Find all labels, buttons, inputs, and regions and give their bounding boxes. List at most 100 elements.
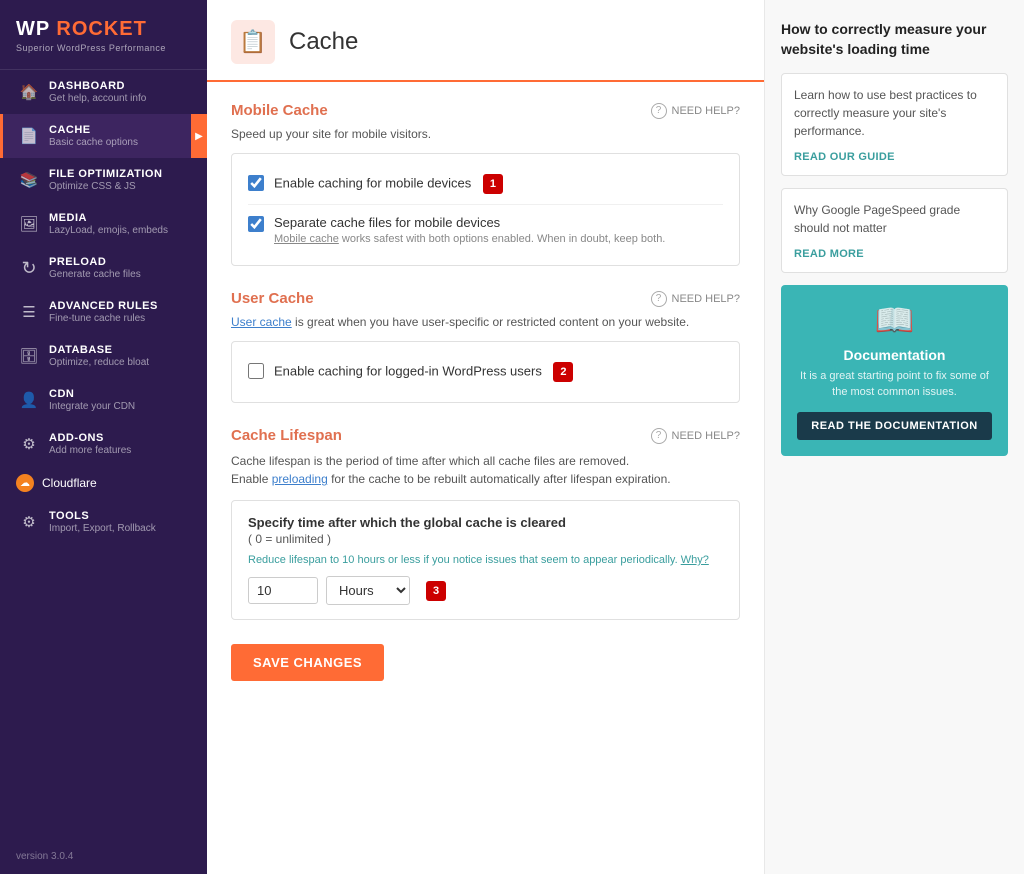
doc-title: Documentation [793,347,996,363]
mobile-cache-option2-row: Separate cache files for mobile devices … [248,204,723,251]
mobile-cache-help[interactable]: ? NEED HELP? [651,103,740,119]
advanced-rules-label: ADVANCED RULES [49,300,191,312]
lifespan-help-label: NEED HELP? [672,430,740,442]
user-cache-box: Enable caching for logged-in WordPress u… [231,341,740,403]
mobile-cache-label2: Separate cache files for mobile devices [274,215,665,230]
sidebar-item-tools[interactable]: ⚙ TOOLS Import, Export, Rollback [0,500,207,544]
addons-label: ADD-ONS [49,432,191,444]
sidebar-item-preload[interactable]: ↻ PRELOAD Generate cache files [0,246,207,290]
lifespan-hint: Reduce lifespan to 10 hours or less if y… [248,554,723,566]
preloading-link[interactable]: preloading [272,472,328,486]
main-wrapper: 📋 Cache Mobile Cache ? NEED HELP? Speed … [207,0,1024,874]
right-card-2: Why Google PageSpeed grade should not ma… [781,188,1008,273]
user-cache-option1-row: Enable caching for logged-in WordPress u… [248,356,723,388]
right-card-1: Learn how to use best practices to corre… [781,73,1008,176]
cache-label: CACHE [49,124,191,136]
user-help-label: NEED HELP? [672,293,740,305]
database-sublabel: Optimize, reduce bloat [49,357,191,368]
sidebar-nav: 🏠 DASHBOARD Get help, account info 📄 CAC… [0,70,207,839]
cloudflare-icon: ☁ [16,474,34,492]
mobile-cache-title: Mobile Cache [231,102,328,119]
database-icon: 🗄 [19,346,39,366]
sidebar: WP ROCKET Superior WordPress Performance… [0,0,207,874]
cache-icon: 📄 [19,126,39,146]
mobile-cache-checkbox2[interactable] [248,216,264,232]
badge-2: 2 [553,362,573,382]
logo-title: WP ROCKET [16,18,191,41]
database-label: DATABASE [49,344,191,356]
logo-subtitle: Superior WordPress Performance [16,43,191,53]
preload-sublabel: Generate cache files [49,269,191,280]
dashboard-sublabel: Get help, account info [49,93,191,104]
cdn-sublabel: Integrate your CDN [49,401,191,412]
mobile-cache-header: Mobile Cache ? NEED HELP? [231,102,740,119]
user-cache-link[interactable]: User cache [231,315,292,329]
cdn-label: CDN [49,388,191,400]
page-header: 📋 Cache [207,0,764,82]
sidebar-item-media[interactable]: 🖼 MEDIA LazyLoad, emojis, embeds [0,202,207,246]
right-sidebar: How to correctly measure your website's … [764,0,1024,874]
right-card2-text: Why Google PageSpeed grade should not ma… [794,201,995,237]
sidebar-item-add-ons[interactable]: ⚙ ADD-ONS Add more features [0,422,207,466]
why-link[interactable]: Why? [681,554,709,566]
user-cache-label1: Enable caching for logged-in WordPress u… [274,363,542,378]
lifespan-desc1: Cache lifespan is the period of time aft… [231,454,629,468]
logo: WP ROCKET Superior WordPress Performance [0,0,207,70]
user-cache-checkbox1[interactable] [248,363,264,379]
page-icon: 📋 [231,20,275,64]
mobile-cache-box: Enable caching for mobile devices 1 Sepa… [231,153,740,266]
page-title: Cache [289,28,358,56]
preload-label: PRELOAD [49,256,191,268]
doc-desc: It is a great starting point to fix some… [793,369,996,400]
tools-label: TOOLS [49,510,191,522]
help-icon-user: ? [651,291,667,307]
lifespan-title: Cache Lifespan [231,427,342,444]
mobile-cache-option1-row: Enable caching for mobile devices 1 [248,168,723,200]
sidebar-item-cloudflare[interactable]: ☁ Cloudflare [0,466,207,500]
mobile-cache-checkbox1[interactable] [248,175,264,191]
lifespan-help[interactable]: ? NEED HELP? [651,428,740,444]
lifespan-unit-select[interactable]: Hours Minutes Days [326,576,410,605]
active-arrow: ▶ [191,114,207,158]
sidebar-item-file-optimization[interactable]: 📚 FILE OPTIMIZATION Optimize CSS & JS [0,158,207,202]
version-text: version 3.0.4 [0,839,207,874]
help-icon-mobile: ? [651,103,667,119]
main-content: 📋 Cache Mobile Cache ? NEED HELP? Speed … [207,0,764,874]
sidebar-item-cdn[interactable]: 👤 CDN Integrate your CDN [0,378,207,422]
read-our-guide-link[interactable]: READ OUR GUIDE [794,151,895,163]
sidebar-item-database[interactable]: 🗄 DATABASE Optimize, reduce bloat [0,334,207,378]
media-icon: 🖼 [19,214,39,234]
user-cache-desc: User cache is great when you have user-s… [231,315,740,329]
mobile-cache-sublabel2: Mobile cache works safest with both opti… [274,233,665,245]
sidebar-item-cache[interactable]: 📄 CACHE Basic cache options ▶ [0,114,207,158]
save-changes-button[interactable]: SAVE CHANGES [231,644,384,681]
advanced-rules-sublabel: Fine-tune cache rules [49,313,191,324]
badge-1: 1 [483,174,503,194]
right-card1-text: Learn how to use best practices to corre… [794,86,995,140]
cdn-icon: 👤 [19,390,39,410]
media-sublabel: LazyLoad, emojis, embeds [49,225,191,236]
documentation-card: 📖 Documentation It is a great starting p… [781,285,1008,456]
mobile-cache-link[interactable]: Mobile cache [274,233,339,245]
read-documentation-button[interactable]: READ THE DOCUMENTATION [797,412,991,440]
addons-icon: ⚙ [19,434,39,454]
lifespan-box-title: Specify time after which the global cach… [248,515,723,530]
file-opt-sublabel: Optimize CSS & JS [49,181,191,192]
lifespan-header: Cache Lifespan ? NEED HELP? [231,427,740,444]
tools-sublabel: Import, Export, Rollback [49,523,191,534]
book-icon: 📖 [793,301,996,339]
sidebar-item-advanced-rules[interactable]: ☰ ADVANCED RULES Fine-tune cache rules [0,290,207,334]
lifespan-time-input[interactable] [248,577,318,604]
addons-sublabel: Add more features [49,445,191,456]
home-icon: 🏠 [19,82,39,102]
mobile-cache-label1: Enable caching for mobile devices [274,175,471,190]
read-more-link[interactable]: READ MORE [794,248,864,260]
file-opt-label: FILE OPTIMIZATION [49,168,191,180]
help-icon-lifespan: ? [651,428,667,444]
rules-icon: ☰ [19,302,39,322]
dashboard-label: DASHBOARD [49,80,191,92]
content-area: Mobile Cache ? NEED HELP? Speed up your … [207,82,764,701]
sidebar-item-dashboard[interactable]: 🏠 DASHBOARD Get help, account info [0,70,207,114]
user-cache-help[interactable]: ? NEED HELP? [651,291,740,307]
lifespan-desc: Cache lifespan is the period of time aft… [231,452,740,488]
